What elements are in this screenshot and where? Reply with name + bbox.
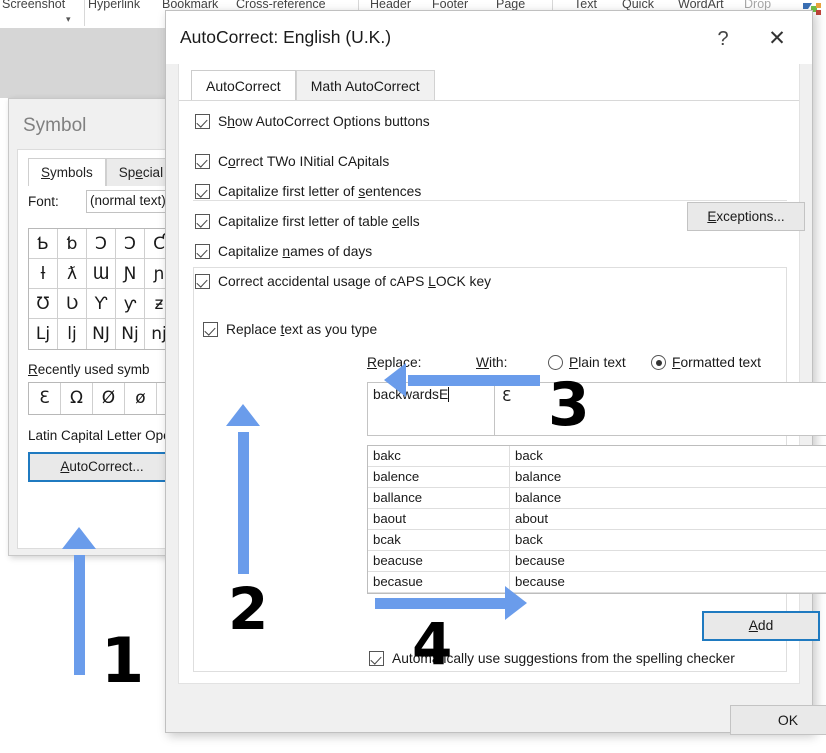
checkmark-icon [195,154,210,169]
entry-with: because [515,553,565,568]
entry-with: balance [515,490,562,505]
table-row[interactable]: baout about [368,509,826,530]
symbol-cell[interactable]: ƚ [29,259,58,289]
table-row[interactable]: beacuse because [368,551,826,572]
radio-icon [548,355,563,370]
autocorrect-entries-list[interactable]: bakc back balence balance ballance balan… [367,445,826,594]
replace-input[interactable]: backwardsE [367,382,495,436]
symbol-cell[interactable]: ƴ [116,289,145,319]
add-button[interactable]: Add [702,611,820,641]
symbol-grid-row: Ʊ Ʋ Ƴ ƴ ƶ [29,289,174,319]
tab-autocorrect[interactable]: AutoCorrect [191,70,296,101]
entry-replace: becasue [368,572,510,592]
symbol-dialog: Symbol SSymbolsymbols Special Font: (nor… [8,98,214,556]
checkmark-icon [195,244,210,259]
with-input[interactable]: Ɛ [495,382,826,436]
entry-with: back [515,532,543,547]
font-label: Font: [28,194,59,209]
replace-label: Replace: [367,355,422,370]
entry-replace: bakc [368,446,510,466]
entry-with: about [515,511,549,526]
symbol-cell[interactable]: ƅ [58,229,87,259]
autocorrect-dialog-title: AutoCorrect: English (U.K.) [180,27,392,47]
checkbox-capitalize-names-of-days[interactable]: Capitalize names of days [195,244,372,259]
recently-used-label: Recently used symb [28,362,150,377]
symbol-cell[interactable]: Lj [29,319,58,349]
table-row[interactable]: ballance balance [368,488,826,509]
autocorrect-dialog-titlebar: AutoCorrect: English (U.K.) ? ✕ [166,11,812,64]
ribbon-separator [84,0,85,26]
table-row[interactable]: becasue because [368,572,826,593]
entry-replace: beacuse [368,551,510,571]
recent-symbol-cell[interactable]: Ω [61,383,93,414]
table-row[interactable]: balence balance [368,467,826,488]
radio-plain-text[interactable]: Plain text [548,355,626,370]
checkmark-icon [195,214,210,229]
autocorrect-tab-list: AutoCorrect Math AutoCorrect [191,70,435,101]
symbol-grid-row: ƚ ƛ Ɯ Ɲ ɲ [29,259,174,289]
entry-with: back [515,448,543,463]
checkmark-icon [203,322,218,337]
symbol-tab-list: SSymbolsymbols Special [28,158,177,186]
entry-replace: baout [368,509,510,529]
symbol-grid[interactable]: Ƅ ƅ Ɔ Ɔ Ƈ ƚ ƛ Ɯ Ɲ ɲ Ʊ Ʋ Ƴ ƴ ƶ Lj lj NJ N… [28,228,174,350]
symbol-cell[interactable]: Ƴ [87,289,116,319]
radio-selected-icon [651,355,666,370]
table-row[interactable]: bcak back [368,530,826,551]
checkmark-icon [369,651,384,666]
symbol-font-row: Font: (normal text) [28,190,214,213]
autocorrect-dialog: AutoCorrect: English (U.K.) ? ✕ AutoCorr… [165,10,826,735]
ribbon-label-hyperlink[interactable]: Hyperlink [88,0,140,11]
checkbox-capitalize-first-letter-sentences[interactable]: Capitalize first letter of sentences [195,184,421,199]
symbol-cell[interactable]: Ɔ [116,229,145,259]
entry-replace: balence [368,467,510,487]
text-cursor [448,387,450,402]
entry-replace: ballance [368,488,510,508]
tab-underline [179,100,799,101]
checkmark-icon [195,184,210,199]
symbol-cell[interactable]: Ɯ [87,259,116,289]
recent-symbol-cell[interactable]: Ø [93,383,125,414]
background-gray-panel [0,28,170,98]
entry-replace: bcak [368,530,510,550]
autosuggest-label: Automatically use suggestions from the s… [392,651,735,666]
close-icon[interactable]: ✕ [760,25,794,55]
symbol-cell[interactable]: Ʊ [29,289,58,319]
checkbox-replace-text-as-you-type[interactable]: Replace text as you type [199,322,382,337]
symbol-cell[interactable]: Ʋ [58,289,87,319]
recent-symbol-cell[interactable]: Ɛ [29,383,61,414]
radio-formatted-text[interactable]: Formatted text [651,355,761,370]
options-divider [193,200,787,201]
chevron-down-icon[interactable]: ▾ [66,14,71,25]
symbol-cell[interactable]: ƛ [58,259,87,289]
symbol-cell[interactable]: Ɔ [87,229,116,259]
entry-with: balance [515,469,562,484]
tab-math-autocorrect[interactable]: Math AutoCorrect [295,70,435,101]
tab-symbols[interactable]: SSymbolsymbols [28,158,106,186]
entry-with: because [515,574,565,589]
autocorrect-launch-button[interactable]: AutoCorrect... [28,452,176,482]
symbol-dialog-title: Symbol [23,115,87,136]
recent-symbol-cell[interactable]: ø [125,383,157,414]
symbol-cell[interactable]: NJ [87,319,116,349]
symbol-grid-row: Ƅ ƅ Ɔ Ɔ Ƈ [29,229,174,259]
with-label: With: [476,355,508,370]
checkbox-show-autocorrect-options[interactable]: Show AutoCorrect Options buttons [195,114,430,129]
symbol-cell[interactable]: Ƅ [29,229,58,259]
symbol-cell[interactable]: lj [58,319,87,349]
checkbox-capitalize-first-letter-table-cells[interactable]: Capitalize first letter of table cells [195,214,420,229]
symbol-grid-row: Lj lj NJ Nj nj [29,319,174,349]
exceptions-button[interactable]: Exceptions... [687,202,805,231]
checkbox-automatically-use-suggestions[interactable]: Automatically use suggestions from the s… [369,651,735,666]
table-row[interactable]: bakc back [368,446,826,467]
checkbox-correct-two-initial-capitals[interactable]: Correct TWo INitial CApitals [195,154,389,169]
checkmark-icon [195,114,210,129]
help-icon[interactable]: ? [708,25,738,55]
symbol-cell[interactable]: Ɲ [116,259,145,289]
replace-input-value: backwardsE [373,387,449,402]
ribbon-label-screenshot[interactable]: Screenshot [2,0,65,11]
symbol-cell[interactable]: Nj [116,319,145,349]
ok-button[interactable]: OK [730,705,826,735]
